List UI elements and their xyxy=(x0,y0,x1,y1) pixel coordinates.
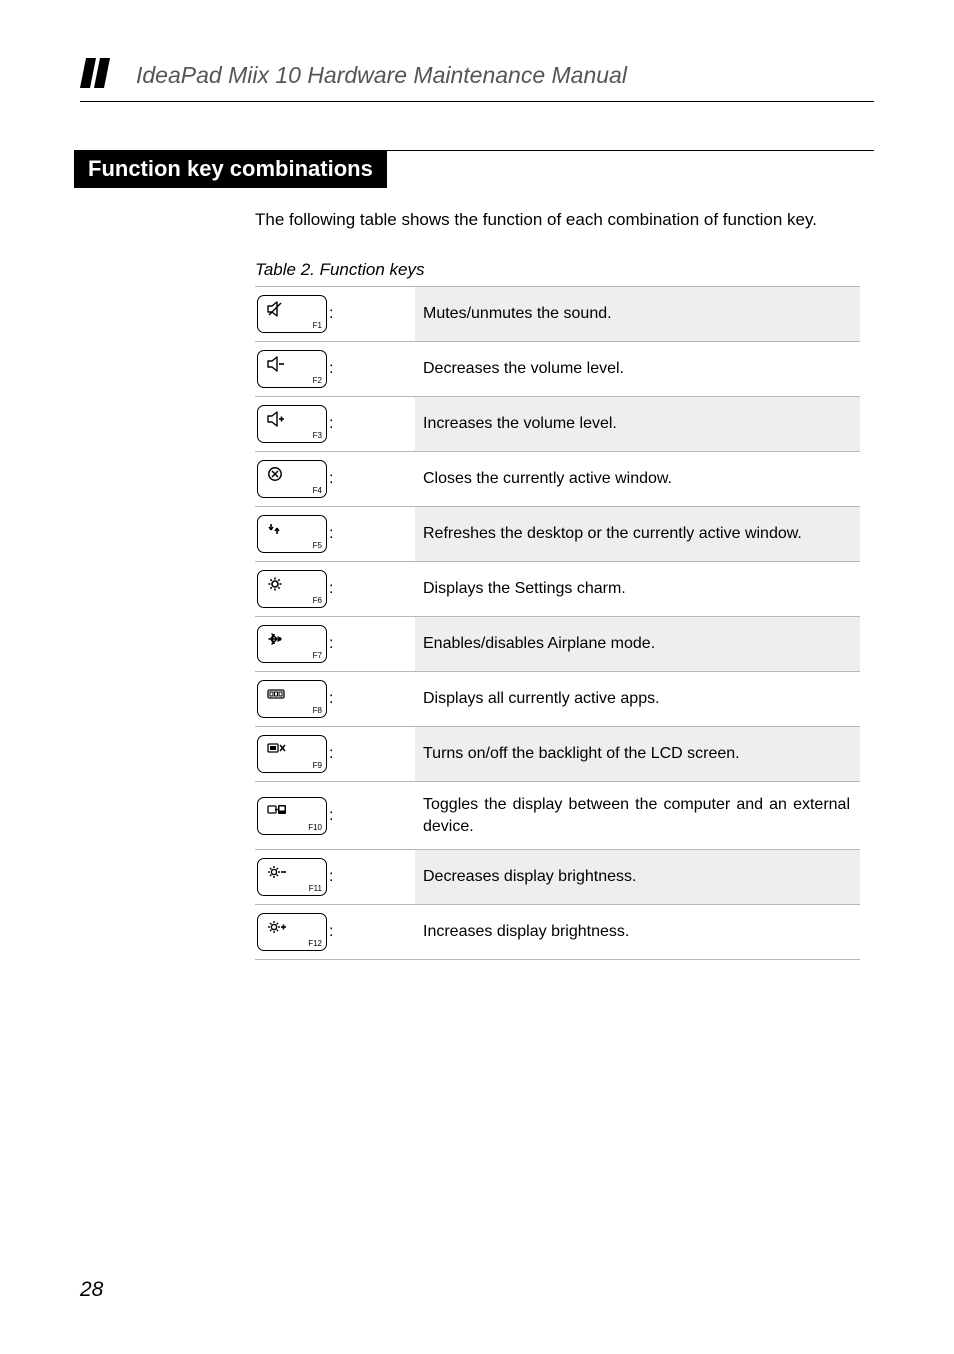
keycap-description: Mutes/unmutes the sound. xyxy=(415,287,860,342)
keycap-f7: F7 xyxy=(257,625,327,663)
keycap-fn-label: F8 xyxy=(313,706,322,715)
colon: : xyxy=(329,745,333,763)
keycap-description: Toggles the display between the computer… xyxy=(415,782,860,850)
brightness-up-icon xyxy=(264,918,292,936)
keycap-cell: F4: xyxy=(255,452,415,507)
colon: : xyxy=(329,305,333,323)
table-row: F3:Increases the volume level. xyxy=(255,397,860,452)
close-window-icon xyxy=(264,465,292,483)
keycap-cell: F3: xyxy=(255,397,415,452)
colon: : xyxy=(329,807,333,825)
refresh-icon xyxy=(264,520,292,538)
keycap-f4: F4 xyxy=(257,460,327,498)
keycap-f5: F5 xyxy=(257,515,327,553)
keycap-fn-label: F1 xyxy=(313,321,322,330)
mute-icon xyxy=(264,300,292,318)
table-row: F4:Closes the currently active window. xyxy=(255,452,860,507)
keycap-cell: F8: xyxy=(255,672,415,727)
table-caption: Table 2. Function keys xyxy=(255,260,874,280)
colon: : xyxy=(329,580,333,598)
table-row: F2:Decreases the volume level. xyxy=(255,342,860,397)
volume-down-icon xyxy=(264,355,292,373)
function-keys-table: F1 :Mutes/unmutes the sound.F2:Decreases… xyxy=(255,286,860,960)
keycap-f3: F3 xyxy=(257,405,327,443)
display-toggle-icon xyxy=(264,802,292,820)
colon: : xyxy=(329,635,333,653)
keycap-description: Turns on/off the backlight of the LCD sc… xyxy=(415,727,860,782)
document-title: IdeaPad Miix 10 Hardware Maintenance Man… xyxy=(136,62,627,89)
keycap-fn-label: F11 xyxy=(309,884,322,893)
keycap-description: Closes the currently active window. xyxy=(415,452,860,507)
keycap-f10: F10 xyxy=(257,797,327,835)
keycap-fn-label: F7 xyxy=(313,651,322,660)
keycap-fn-label: F6 xyxy=(313,596,322,605)
colon: : xyxy=(329,360,333,378)
keycap-description: Refreshes the desktop or the currently a… xyxy=(415,507,860,562)
keycap-description: Increases the volume level. xyxy=(415,397,860,452)
volume-up-icon xyxy=(264,410,292,428)
keycap-fn-label: F2 xyxy=(313,376,322,385)
colon: : xyxy=(329,868,333,886)
keycap-cell: F12: xyxy=(255,905,415,960)
keycap-cell: F6: xyxy=(255,562,415,617)
keycap-f2: F2 xyxy=(257,350,327,388)
table-row: F10:Toggles the display between the comp… xyxy=(255,782,860,850)
colon: : xyxy=(329,415,333,433)
table-row: F7:Enables/disables Airplane mode. xyxy=(255,617,860,672)
colon: : xyxy=(329,923,333,941)
keycap-description: Increases display brightness. xyxy=(415,905,860,960)
keycap-cell: F5: xyxy=(255,507,415,562)
keycap-description: Displays the Settings charm. xyxy=(415,562,860,617)
all-apps-icon xyxy=(264,685,292,703)
table-row: F8:Displays all currently active apps. xyxy=(255,672,860,727)
header-rule xyxy=(80,101,874,102)
section-heading: Function key combinations xyxy=(74,150,387,188)
keycap-f9: F9 xyxy=(257,735,327,773)
table-row: F5:Refreshes the desktop or the currentl… xyxy=(255,507,860,562)
keycap-fn-label: F3 xyxy=(313,431,322,440)
table-row: F6:Displays the Settings charm. xyxy=(255,562,860,617)
brand-slashes-icon xyxy=(80,58,124,93)
keycap-cell: F1 : xyxy=(255,287,415,342)
airplane-icon xyxy=(264,630,292,648)
keycap-f12: F12 xyxy=(257,913,327,951)
keycap-description: Decreases display brightness. xyxy=(415,850,860,905)
keycap-cell: F11: xyxy=(255,850,415,905)
keycap-f1: F1 xyxy=(257,295,327,333)
keycap-description: Enables/disables Airplane mode. xyxy=(415,617,860,672)
keycap-cell: F9: xyxy=(255,727,415,782)
keycap-cell: F2: xyxy=(255,342,415,397)
keycap-fn-label: F5 xyxy=(313,541,322,550)
keycap-f8: F8 xyxy=(257,680,327,718)
colon: : xyxy=(329,470,333,488)
table-row: F1 :Mutes/unmutes the sound. xyxy=(255,287,860,342)
settings-gear-icon xyxy=(264,575,292,593)
keycap-description: Displays all currently active apps. xyxy=(415,672,860,727)
keycap-f6: F6 xyxy=(257,570,327,608)
keycap-fn-label: F4 xyxy=(313,486,322,495)
keycap-cell: F10: xyxy=(255,782,415,850)
keycap-fn-label: F10 xyxy=(308,823,322,832)
keycap-cell: F7: xyxy=(255,617,415,672)
keycap-fn-label: F9 xyxy=(313,761,322,770)
page-number: 28 xyxy=(80,1278,103,1302)
table-row: F9:Turns on/off the backlight of the LCD… xyxy=(255,727,860,782)
brightness-down-icon xyxy=(264,863,292,881)
page-header: IdeaPad Miix 10 Hardware Maintenance Man… xyxy=(80,58,874,93)
table-row: F11:Decreases display brightness. xyxy=(255,850,860,905)
keycap-f11: F11 xyxy=(257,858,327,896)
colon: : xyxy=(329,525,333,543)
keycap-fn-label: F12 xyxy=(308,939,322,948)
table-row: F12:Increases display brightness. xyxy=(255,905,860,960)
section-intro: The following table shows the function o… xyxy=(255,210,874,230)
colon: : xyxy=(329,690,333,708)
backlight-off-icon xyxy=(264,740,292,758)
keycap-description: Decreases the volume level. xyxy=(415,342,860,397)
